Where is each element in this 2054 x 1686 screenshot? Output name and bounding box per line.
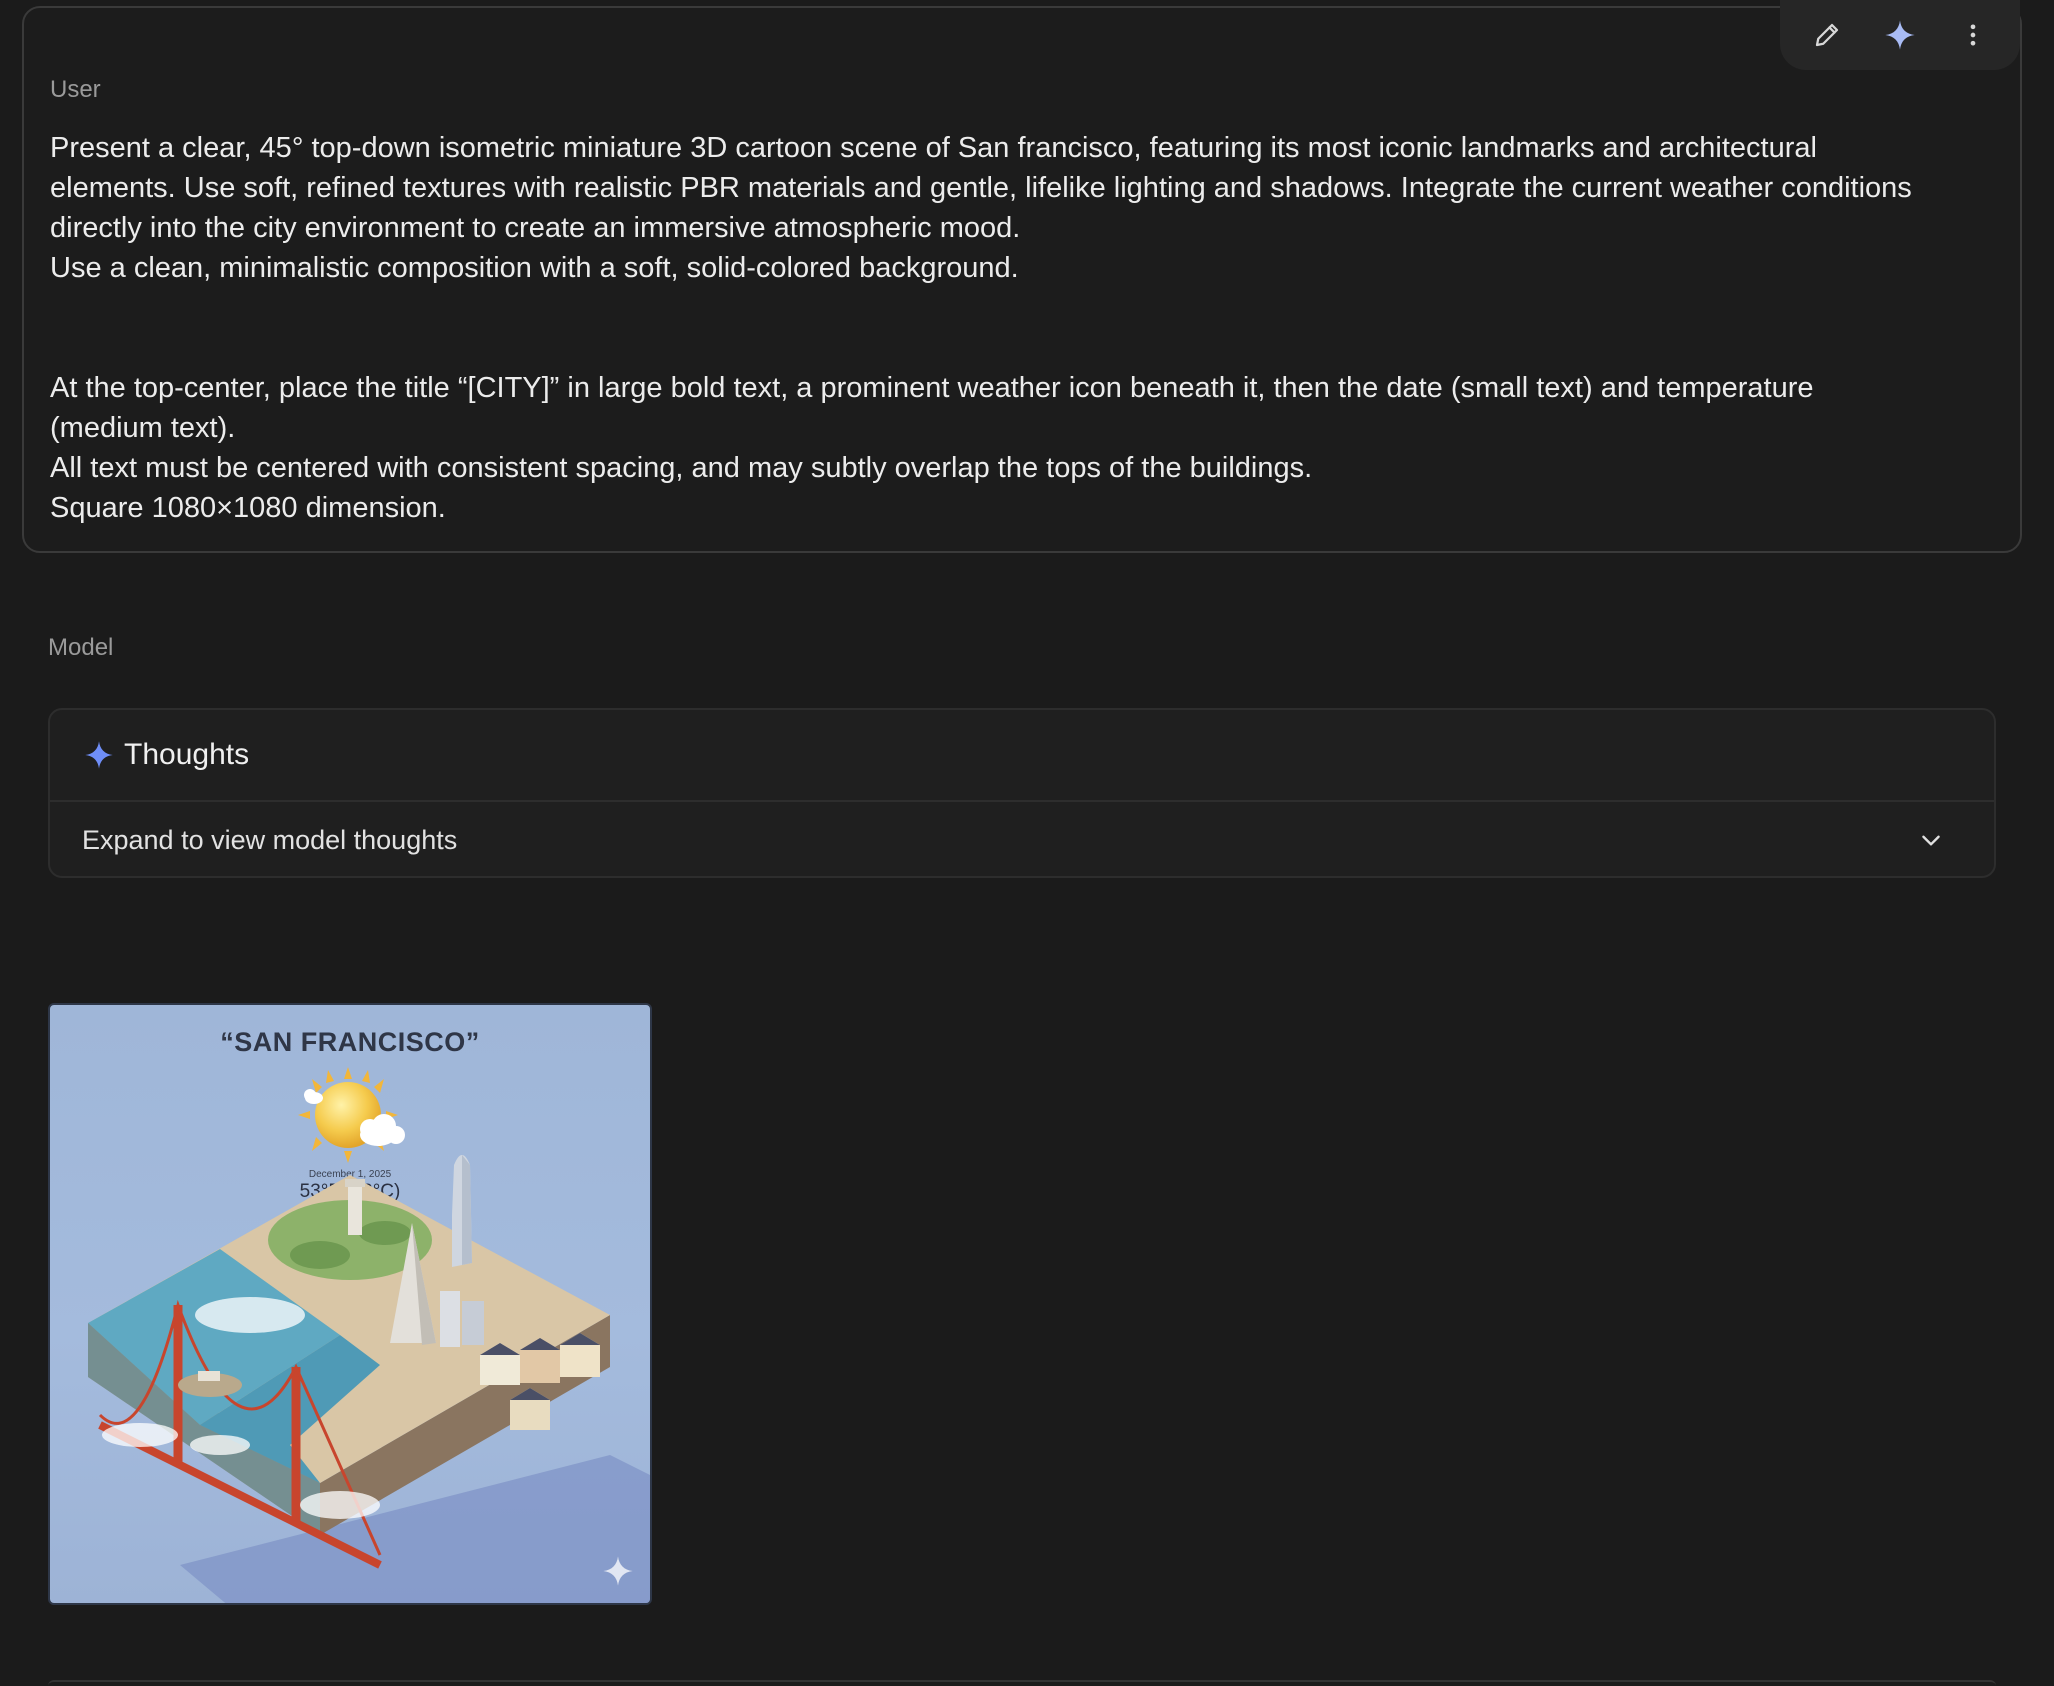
thoughts-title: Thoughts [124,738,250,771]
expand-thoughts-toggle[interactable]: Expand to view model thoughts [50,802,1994,876]
more-options-button[interactable] [1946,8,2000,62]
edit-button[interactable] [1800,8,1854,62]
more-vert-icon [1970,24,1976,46]
thoughts-header: Thoughts [50,710,1994,802]
turn-actions-toolbar [1780,0,2020,70]
san-francisco-scene [88,1155,650,1603]
thoughts-panel: Thoughts Expand to view model thoughts [48,708,1996,878]
rerun-button[interactable] [1873,8,1927,62]
user-turn: User Present a clear, 45° top-down isome… [22,0,2022,553]
sparkle-icon [85,741,113,769]
next-turn-edge [48,1680,1996,1686]
chevron-down-icon [1922,835,1940,846]
pencil-icon [1815,23,1838,47]
model-role-label: Model [48,634,114,661]
sparkle-icon [1885,20,1915,50]
watermark-sparkle-icon [603,1556,633,1586]
user-prompt-text: Present a clear, 45° top-down isometric … [50,132,1912,524]
user-role-label: User [50,76,101,103]
expand-thoughts-label: Expand to view model thoughts [82,824,458,855]
generated-image[interactable]: “SAN FRANCISCO” December 1, 2025 53°F [48,1003,652,1605]
